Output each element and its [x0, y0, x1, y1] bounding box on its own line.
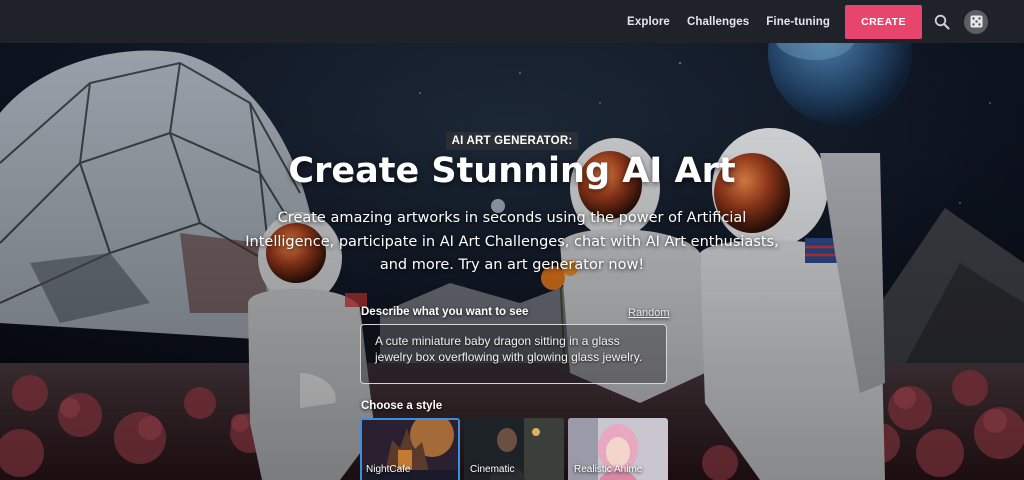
badge-text: AI ART GENERATOR:: [445, 132, 579, 150]
style-name: NightCafe: [366, 464, 411, 475]
create-button[interactable]: CREATE: [845, 4, 922, 39]
nav-explore[interactable]: Explore: [627, 16, 670, 28]
hero-subtitle: Create amazing artworks in seconds using…: [245, 210, 779, 273]
hero-title: Create Stunning AI Art: [288, 151, 736, 191]
style-card-realistic-anime[interactable]: Realistic Anime: [568, 418, 668, 480]
prompt-label: Describe what you want to see: [361, 306, 529, 318]
dice-icon[interactable]: [964, 9, 988, 34]
search-icon[interactable]: [932, 12, 952, 32]
style-card-nightcafe[interactable]: NightCafe: [360, 418, 460, 480]
random-prompt-link[interactable]: Random: [628, 307, 670, 319]
prompt-input[interactable]: A cute miniature baby dragon sitting in …: [360, 324, 667, 384]
top-nav: Explore Challenges Fine-tuning CREATE: [0, 0, 1024, 43]
hero-badge: AI ART GENERATOR:: [0, 131, 1024, 150]
nav-challenges[interactable]: Challenges: [687, 16, 749, 28]
nav-fine-tuning[interactable]: Fine-tuning: [766, 16, 830, 28]
style-card-cinematic[interactable]: Cinematic: [464, 418, 564, 480]
style-name: Realistic Anime: [574, 464, 643, 475]
style-name: Cinematic: [470, 464, 515, 475]
hero-section: AI ART GENERATOR: Create Stunning AI Art…: [0, 43, 1024, 480]
style-label: Choose a style: [361, 400, 443, 412]
